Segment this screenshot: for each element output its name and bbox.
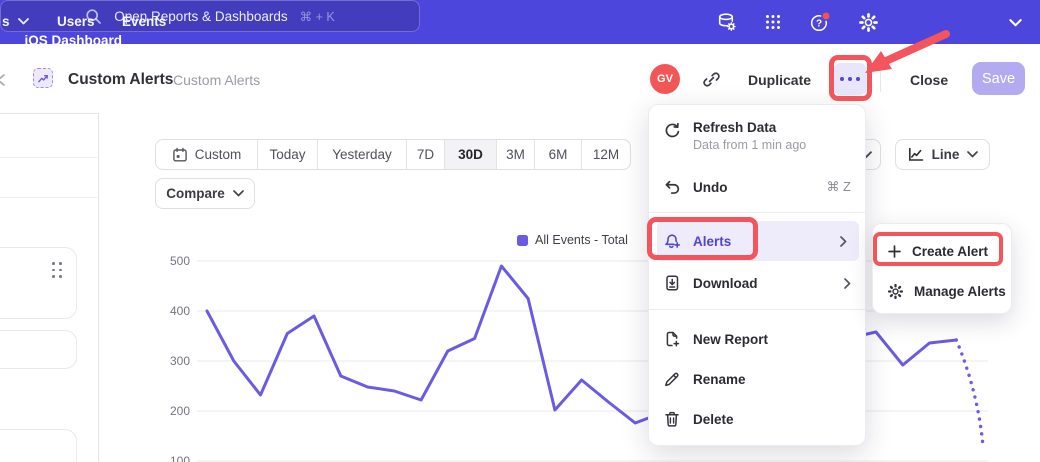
svg-text:100: 100 (170, 454, 190, 462)
range-option-30d[interactable]: 30D (445, 140, 497, 169)
menu-item-subtitle: Data from 1 min ago (693, 138, 806, 152)
link-icon (702, 70, 721, 89)
date-range-selector: Custom Today Yesterday 7D 30D 3M 6M 12M (155, 139, 631, 170)
compare-button[interactable]: Compare (155, 178, 255, 209)
page-title: Custom Alerts (68, 71, 173, 89)
bell-plus-icon (663, 232, 681, 250)
data-management-icon[interactable] (714, 10, 738, 34)
range-option-7d[interactable]: 7D (407, 140, 445, 169)
range-option-yesterday[interactable]: Yesterday (318, 140, 407, 169)
more-options-menu: Refresh Data Data from 1 min ago Undo ⌘ … (648, 104, 866, 446)
chevron-right-icon (840, 236, 847, 247)
chevron-down-icon (18, 18, 29, 25)
refresh-icon (663, 122, 681, 140)
menu-item-download[interactable]: Download (649, 263, 867, 303)
menu-item-refresh-data[interactable]: Refresh Data Data from 1 min ago (649, 117, 867, 163)
nav-item-cutoff-label: s (2, 14, 10, 29)
plus-icon (887, 244, 902, 259)
menu-item-label: Undo (693, 180, 728, 195)
settings-gear-icon[interactable] (856, 10, 880, 34)
nav-item-events[interactable]: Events (122, 14, 166, 29)
back-chevron-cutoff-icon (0, 74, 5, 86)
duplicate-button[interactable]: Duplicate (748, 72, 811, 88)
svg-text:500: 500 (170, 254, 190, 268)
report-type-icon (33, 68, 53, 88)
undo-icon (663, 178, 681, 196)
svg-text:400: 400 (170, 304, 190, 318)
nav-item-users[interactable]: Users (57, 14, 95, 29)
search-shortcut-hint: ⌘ + K (300, 9, 335, 24)
project-scope: All Project Data (0, 50, 122, 64)
menu-item-new-report[interactable]: New Report (649, 319, 867, 359)
range-option-label: Custom (195, 147, 242, 162)
report-header: Custom Alerts Custom Alerts GV Duplicate… (0, 44, 1040, 105)
compare-label: Compare (166, 186, 225, 201)
download-document-icon (663, 274, 681, 292)
submenu-item-label: Manage Alerts (914, 284, 1006, 299)
new-document-icon (663, 330, 681, 348)
menu-item-alerts[interactable]: Alerts (657, 221, 859, 261)
sidebar-card[interactable] (0, 247, 77, 319)
chevron-down-icon (233, 190, 244, 197)
save-button[interactable]: Save (972, 62, 1025, 95)
calendar-icon (172, 147, 188, 163)
chart-type-label: Line (932, 147, 960, 162)
left-sidebar (0, 113, 99, 462)
help-icon[interactable]: ? (808, 10, 832, 34)
sidebar-card[interactable] (0, 429, 77, 462)
gear-icon (887, 283, 904, 300)
menu-item-label: Alerts (693, 234, 731, 249)
menu-item-undo[interactable]: Undo ⌘ Z (649, 168, 867, 206)
chart-type-selector[interactable]: Line (895, 139, 990, 170)
alerts-submenu: Create Alert Manage Alerts (872, 223, 1012, 314)
submenu-item-create-alert[interactable]: Create Alert (879, 232, 1007, 270)
sidebar-divider (0, 197, 97, 198)
menu-item-label: Refresh Data (693, 120, 806, 135)
drag-handle-icon[interactable] (52, 262, 63, 278)
close-button[interactable]: Close (910, 72, 948, 88)
menu-divider (649, 212, 867, 213)
undo-shortcut: ⌘ Z (826, 179, 851, 195)
range-option-custom[interactable]: Custom (156, 140, 258, 169)
more-options-button[interactable] (834, 63, 866, 95)
project-selector[interactable]: iOS Dashboard All Project Data (0, 32, 122, 64)
sidebar-divider (0, 157, 97, 158)
menu-item-rename[interactable]: Rename (649, 359, 867, 399)
menu-item-delete[interactable]: Delete (649, 399, 867, 439)
menu-item-label: Download (693, 276, 758, 291)
range-option-today[interactable]: Today (258, 140, 318, 169)
pencil-icon (663, 370, 681, 388)
menu-item-label: New Report (693, 332, 768, 347)
nav-item-cutoff[interactable]: s (2, 14, 29, 29)
apps-grid-icon[interactable] (761, 10, 785, 34)
menu-item-label: Delete (693, 412, 734, 427)
range-option-3m[interactable]: 3M (497, 140, 535, 169)
header-divider (880, 66, 881, 92)
range-option-6m[interactable]: 6M (535, 140, 582, 169)
submenu-item-manage-alerts[interactable]: Manage Alerts (879, 272, 1007, 310)
project-name: iOS Dashboard (0, 32, 122, 50)
menu-item-label: Rename (693, 372, 746, 387)
submenu-item-label: Create Alert (912, 244, 988, 259)
project-chevron-down-icon[interactable] (1009, 19, 1022, 27)
trash-icon (663, 410, 681, 428)
menu-divider (649, 309, 867, 310)
avatar[interactable]: GV (650, 64, 680, 94)
copy-link-button[interactable] (700, 68, 722, 90)
line-chart-icon (907, 146, 924, 163)
chevron-down-icon (967, 151, 978, 158)
svg-text:200: 200 (170, 404, 190, 418)
range-option-12m[interactable]: 12M (582, 140, 630, 169)
chevron-right-icon (844, 278, 851, 289)
sidebar-card[interactable] (0, 330, 77, 369)
svg-text:300: 300 (170, 354, 190, 368)
top-navigation-bar: s Users Events Open Reports & Dashboards… (0, 0, 1040, 44)
notification-dot (822, 12, 830, 20)
svg-text:?: ? (816, 19, 822, 30)
breadcrumb: Custom Alerts (173, 72, 260, 88)
